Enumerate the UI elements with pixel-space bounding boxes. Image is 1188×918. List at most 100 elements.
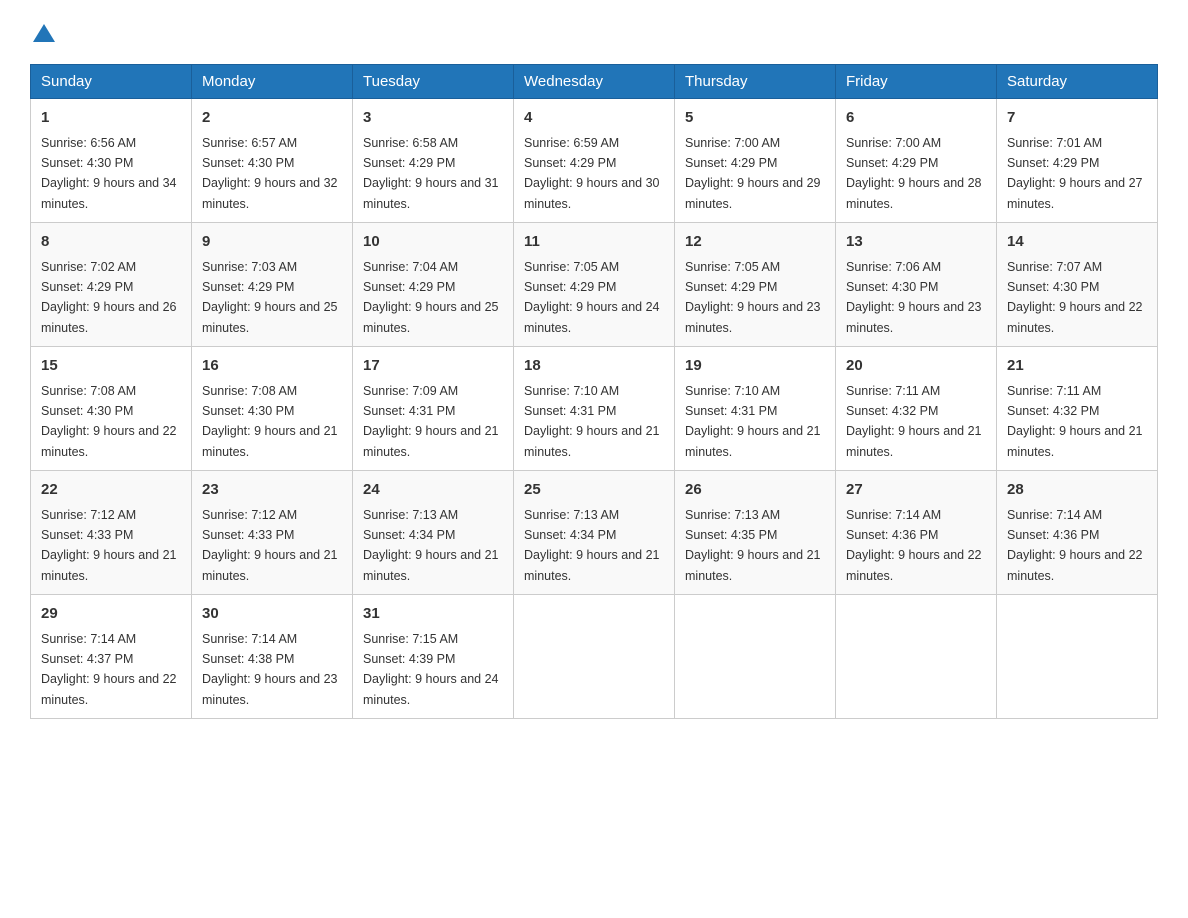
calendar-cell: 25 Sunrise: 7:13 AMSunset: 4:34 PMDaylig… [514, 471, 675, 595]
day-number: 10 [363, 231, 503, 254]
day-info: Sunrise: 7:01 AMSunset: 4:29 PMDaylight:… [1007, 136, 1143, 211]
day-number: 20 [846, 355, 986, 378]
calendar-cell: 16 Sunrise: 7:08 AMSunset: 4:30 PMDaylig… [192, 347, 353, 471]
weekday-header-wednesday: Wednesday [514, 65, 675, 99]
weekday-header-thursday: Thursday [675, 65, 836, 99]
day-info: Sunrise: 6:57 AMSunset: 4:30 PMDaylight:… [202, 136, 338, 211]
week-row-3: 15 Sunrise: 7:08 AMSunset: 4:30 PMDaylig… [31, 347, 1158, 471]
day-number: 30 [202, 603, 342, 626]
calendar-cell: 10 Sunrise: 7:04 AMSunset: 4:29 PMDaylig… [353, 223, 514, 347]
calendar-cell: 14 Sunrise: 7:07 AMSunset: 4:30 PMDaylig… [997, 223, 1158, 347]
day-info: Sunrise: 7:12 AMSunset: 4:33 PMDaylight:… [41, 508, 177, 583]
day-info: Sunrise: 7:05 AMSunset: 4:29 PMDaylight:… [685, 260, 821, 335]
calendar-cell: 7 Sunrise: 7:01 AMSunset: 4:29 PMDayligh… [997, 99, 1158, 223]
calendar-cell: 6 Sunrise: 7:00 AMSunset: 4:29 PMDayligh… [836, 99, 997, 223]
calendar-cell [675, 595, 836, 719]
day-number: 14 [1007, 231, 1147, 254]
day-info: Sunrise: 7:04 AMSunset: 4:29 PMDaylight:… [363, 260, 499, 335]
calendar-cell: 4 Sunrise: 6:59 AMSunset: 4:29 PMDayligh… [514, 99, 675, 223]
day-info: Sunrise: 7:11 AMSunset: 4:32 PMDaylight:… [846, 384, 982, 459]
logo-triangle-icon [33, 22, 55, 44]
page-header [30, 20, 1158, 44]
day-number: 19 [685, 355, 825, 378]
day-info: Sunrise: 7:03 AMSunset: 4:29 PMDaylight:… [202, 260, 338, 335]
calendar-cell: 20 Sunrise: 7:11 AMSunset: 4:32 PMDaylig… [836, 347, 997, 471]
day-info: Sunrise: 7:02 AMSunset: 4:29 PMDaylight:… [41, 260, 177, 335]
weekday-header-row: SundayMondayTuesdayWednesdayThursdayFrid… [31, 65, 1158, 99]
logo [30, 20, 55, 44]
calendar-cell: 17 Sunrise: 7:09 AMSunset: 4:31 PMDaylig… [353, 347, 514, 471]
week-row-4: 22 Sunrise: 7:12 AMSunset: 4:33 PMDaylig… [31, 471, 1158, 595]
calendar-cell [997, 595, 1158, 719]
weekday-header-sunday: Sunday [31, 65, 192, 99]
day-number: 31 [363, 603, 503, 626]
day-info: Sunrise: 7:00 AMSunset: 4:29 PMDaylight:… [685, 136, 821, 211]
day-number: 25 [524, 479, 664, 502]
day-info: Sunrise: 7:10 AMSunset: 4:31 PMDaylight:… [685, 384, 821, 459]
calendar-cell: 24 Sunrise: 7:13 AMSunset: 4:34 PMDaylig… [353, 471, 514, 595]
weekday-header-tuesday: Tuesday [353, 65, 514, 99]
calendar-cell [514, 595, 675, 719]
day-info: Sunrise: 7:14 AMSunset: 4:38 PMDaylight:… [202, 632, 338, 707]
day-number: 3 [363, 107, 503, 130]
calendar-cell: 30 Sunrise: 7:14 AMSunset: 4:38 PMDaylig… [192, 595, 353, 719]
day-info: Sunrise: 7:08 AMSunset: 4:30 PMDaylight:… [202, 384, 338, 459]
calendar-cell: 3 Sunrise: 6:58 AMSunset: 4:29 PMDayligh… [353, 99, 514, 223]
day-number: 5 [685, 107, 825, 130]
day-number: 15 [41, 355, 181, 378]
day-info: Sunrise: 7:14 AMSunset: 4:36 PMDaylight:… [1007, 508, 1143, 583]
day-info: Sunrise: 7:13 AMSunset: 4:35 PMDaylight:… [685, 508, 821, 583]
calendar-cell: 12 Sunrise: 7:05 AMSunset: 4:29 PMDaylig… [675, 223, 836, 347]
day-info: Sunrise: 7:12 AMSunset: 4:33 PMDaylight:… [202, 508, 338, 583]
day-info: Sunrise: 7:08 AMSunset: 4:30 PMDaylight:… [41, 384, 177, 459]
day-number: 13 [846, 231, 986, 254]
calendar-cell: 27 Sunrise: 7:14 AMSunset: 4:36 PMDaylig… [836, 471, 997, 595]
day-info: Sunrise: 7:13 AMSunset: 4:34 PMDaylight:… [363, 508, 499, 583]
day-info: Sunrise: 7:07 AMSunset: 4:30 PMDaylight:… [1007, 260, 1143, 335]
calendar-table: SundayMondayTuesdayWednesdayThursdayFrid… [30, 64, 1158, 719]
weekday-header-friday: Friday [836, 65, 997, 99]
day-number: 21 [1007, 355, 1147, 378]
day-number: 16 [202, 355, 342, 378]
day-number: 22 [41, 479, 181, 502]
calendar-cell: 1 Sunrise: 6:56 AMSunset: 4:30 PMDayligh… [31, 99, 192, 223]
day-number: 27 [846, 479, 986, 502]
calendar-cell: 18 Sunrise: 7:10 AMSunset: 4:31 PMDaylig… [514, 347, 675, 471]
day-info: Sunrise: 6:59 AMSunset: 4:29 PMDaylight:… [524, 136, 660, 211]
week-row-2: 8 Sunrise: 7:02 AMSunset: 4:29 PMDayligh… [31, 223, 1158, 347]
day-number: 23 [202, 479, 342, 502]
calendar-cell: 9 Sunrise: 7:03 AMSunset: 4:29 PMDayligh… [192, 223, 353, 347]
day-info: Sunrise: 6:56 AMSunset: 4:30 PMDaylight:… [41, 136, 177, 211]
day-number: 4 [524, 107, 664, 130]
day-number: 17 [363, 355, 503, 378]
day-info: Sunrise: 7:10 AMSunset: 4:31 PMDaylight:… [524, 384, 660, 459]
day-number: 12 [685, 231, 825, 254]
day-info: Sunrise: 7:14 AMSunset: 4:36 PMDaylight:… [846, 508, 982, 583]
day-info: Sunrise: 7:13 AMSunset: 4:34 PMDaylight:… [524, 508, 660, 583]
weekday-header-monday: Monday [192, 65, 353, 99]
day-info: Sunrise: 7:15 AMSunset: 4:39 PMDaylight:… [363, 632, 499, 707]
day-number: 26 [685, 479, 825, 502]
week-row-5: 29 Sunrise: 7:14 AMSunset: 4:37 PMDaylig… [31, 595, 1158, 719]
day-info: Sunrise: 7:09 AMSunset: 4:31 PMDaylight:… [363, 384, 499, 459]
calendar-cell: 2 Sunrise: 6:57 AMSunset: 4:30 PMDayligh… [192, 99, 353, 223]
day-number: 29 [41, 603, 181, 626]
calendar-cell: 23 Sunrise: 7:12 AMSunset: 4:33 PMDaylig… [192, 471, 353, 595]
calendar-cell: 31 Sunrise: 7:15 AMSunset: 4:39 PMDaylig… [353, 595, 514, 719]
day-number: 8 [41, 231, 181, 254]
day-number: 7 [1007, 107, 1147, 130]
day-number: 1 [41, 107, 181, 130]
day-info: Sunrise: 6:58 AMSunset: 4:29 PMDaylight:… [363, 136, 499, 211]
day-info: Sunrise: 7:00 AMSunset: 4:29 PMDaylight:… [846, 136, 982, 211]
day-number: 24 [363, 479, 503, 502]
calendar-cell: 29 Sunrise: 7:14 AMSunset: 4:37 PMDaylig… [31, 595, 192, 719]
day-number: 9 [202, 231, 342, 254]
calendar-cell: 8 Sunrise: 7:02 AMSunset: 4:29 PMDayligh… [31, 223, 192, 347]
calendar-cell: 13 Sunrise: 7:06 AMSunset: 4:30 PMDaylig… [836, 223, 997, 347]
calendar-cell: 21 Sunrise: 7:11 AMSunset: 4:32 PMDaylig… [997, 347, 1158, 471]
calendar-cell: 28 Sunrise: 7:14 AMSunset: 4:36 PMDaylig… [997, 471, 1158, 595]
calendar-cell: 26 Sunrise: 7:13 AMSunset: 4:35 PMDaylig… [675, 471, 836, 595]
day-number: 2 [202, 107, 342, 130]
day-number: 28 [1007, 479, 1147, 502]
day-number: 18 [524, 355, 664, 378]
